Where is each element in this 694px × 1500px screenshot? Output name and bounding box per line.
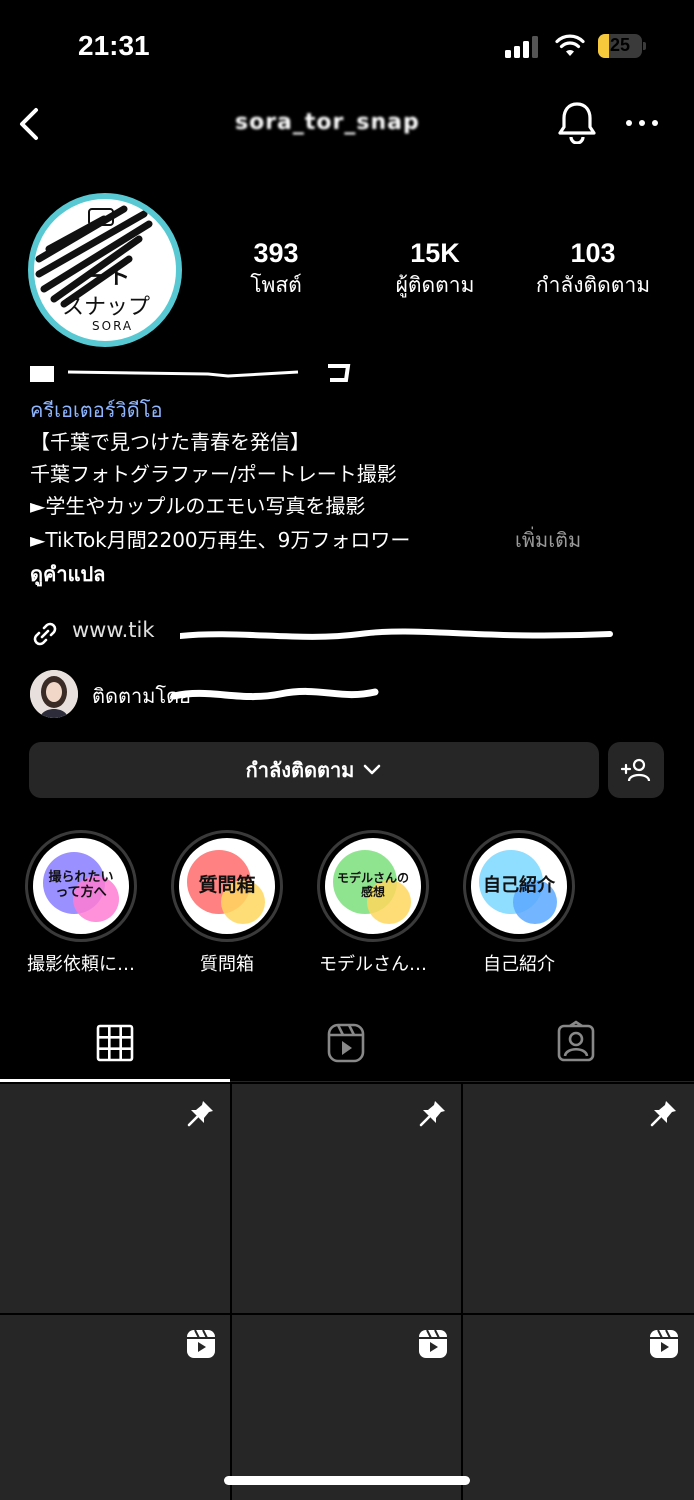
battery-icon: 25 — [598, 34, 642, 58]
suggested-users-button[interactable] — [608, 742, 664, 798]
bio-line: 千葉フォトグラファー/ポートレート撮影 — [30, 462, 397, 486]
highlight-cover-text: モデルさんの 感想 — [336, 871, 409, 899]
bio-link[interactable]: www.tik — [30, 616, 630, 650]
story-highlight[interactable]: モデルさんの 感想 モデルさん… — [316, 830, 430, 976]
post-thumbnail[interactable] — [0, 1315, 230, 1500]
highlight-cover-text: 質問箱 — [198, 874, 256, 897]
following-stat[interactable]: 103 กำลังติดตาม — [524, 236, 662, 300]
add-person-icon — [621, 758, 651, 782]
bio-link-text[interactable]: www.tik — [72, 618, 155, 642]
following-button-label: กำลังติดตาม — [245, 758, 355, 782]
back-arrow-icon[interactable] — [14, 104, 42, 144]
reel-icon — [650, 1329, 678, 1358]
highlight-cover: 撮られたい って方へ — [33, 838, 129, 934]
reels-tab-icon[interactable] — [326, 1020, 366, 1066]
story-highlight[interactable]: 自己紹介 自己紹介 — [462, 830, 576, 976]
highlight-label: 質問箱 — [200, 954, 254, 975]
redacted-followers — [170, 687, 379, 701]
highlight-label: モデルさん… — [319, 954, 427, 975]
pin-icon — [187, 1101, 213, 1127]
post-thumbnail[interactable] — [232, 1315, 461, 1500]
person-photo — [30, 670, 78, 718]
story-highlight[interactable]: 撮られたい って方へ 撮影依頼に… — [24, 830, 138, 976]
highlight-cover-text: 撮られたい って方へ — [48, 870, 114, 900]
post-thumbnail[interactable] — [463, 1315, 694, 1500]
highlight-ring: 質問箱 — [171, 830, 283, 942]
active-tab-indicator — [0, 1079, 230, 1082]
pin-icon — [419, 1101, 445, 1127]
see-translation-link[interactable]: ดูคำแปล — [30, 558, 105, 590]
story-highlight[interactable]: 質問箱 質問箱 — [170, 830, 284, 976]
link-icon — [33, 622, 57, 646]
highlight-ring: 撮られたい って方へ — [25, 830, 137, 942]
reel-icon — [419, 1329, 447, 1358]
highlight-cover: モデルさんの 感想 — [325, 838, 421, 934]
notification-bell-icon[interactable] — [556, 100, 598, 144]
posts-count: 393 — [253, 238, 299, 268]
battery-percent: 25 — [609, 35, 631, 55]
highlight-cover: 自己紹介 — [471, 838, 567, 934]
profile-avatar[interactable]: ート スナップ SORA — [28, 193, 182, 347]
following-count: 103 — [570, 238, 616, 268]
followers-label: ผู้ติดตาม — [395, 273, 475, 297]
posts-stat[interactable]: 393 โพสต์ — [236, 236, 316, 300]
highlight-label: 自己紹介 — [483, 954, 555, 975]
mutual-follower-avatar[interactable] — [30, 670, 78, 718]
bio-line: ►学生やカップルのエモい写真を撮影 — [30, 494, 366, 518]
chevron-down-icon — [364, 764, 381, 775]
cellular-signal-icon — [505, 36, 538, 58]
redacted-link — [180, 628, 613, 640]
posts-label: โพสต์ — [250, 273, 302, 297]
profile-username: sora_tor_snap — [235, 110, 420, 135]
following-label: กำลังติดตาม — [535, 273, 651, 297]
redacted-display-name — [30, 364, 351, 382]
post-thumbnail[interactable] — [0, 1084, 230, 1313]
following-button[interactable]: กำลังติดตาม — [29, 742, 599, 798]
profile-category: ครีเอเตอร์วิดีโอ — [30, 398, 163, 422]
followers-count: 15K — [410, 238, 460, 268]
highlight-ring: 自己紹介 — [463, 830, 575, 942]
avatar-scribble — [35, 205, 153, 308]
reel-icon — [187, 1329, 215, 1358]
grid-tab-icon[interactable] — [95, 1020, 135, 1066]
highlight-ring: モデルさんの 感想 — [317, 830, 429, 942]
bio-more-link[interactable]: เพิ่มเติม — [515, 524, 581, 556]
highlight-label: 撮影依頼に… — [27, 954, 135, 975]
tagged-tab-icon[interactable] — [556, 1020, 596, 1066]
wifi-icon — [555, 34, 585, 56]
bio-line: ►TikTok月間2200万再生、9万フォロワー — [30, 528, 411, 552]
followers-stat[interactable]: 15K ผู้ติดตาม — [380, 236, 490, 300]
bio-line: 【千葉で見つけた青春を発信】 — [30, 430, 310, 454]
more-options-icon[interactable] — [625, 116, 659, 130]
pin-icon — [650, 1101, 676, 1127]
status-time: 21:31 — [78, 30, 150, 61]
highlight-cover: 質問箱 — [179, 838, 275, 934]
battery-nub — [643, 42, 646, 50]
post-thumbnail[interactable] — [463, 1084, 694, 1313]
home-indicator[interactable] — [224, 1476, 470, 1485]
highlight-cover-text: 自己紹介 — [483, 874, 555, 896]
post-thumbnail[interactable] — [232, 1084, 461, 1313]
